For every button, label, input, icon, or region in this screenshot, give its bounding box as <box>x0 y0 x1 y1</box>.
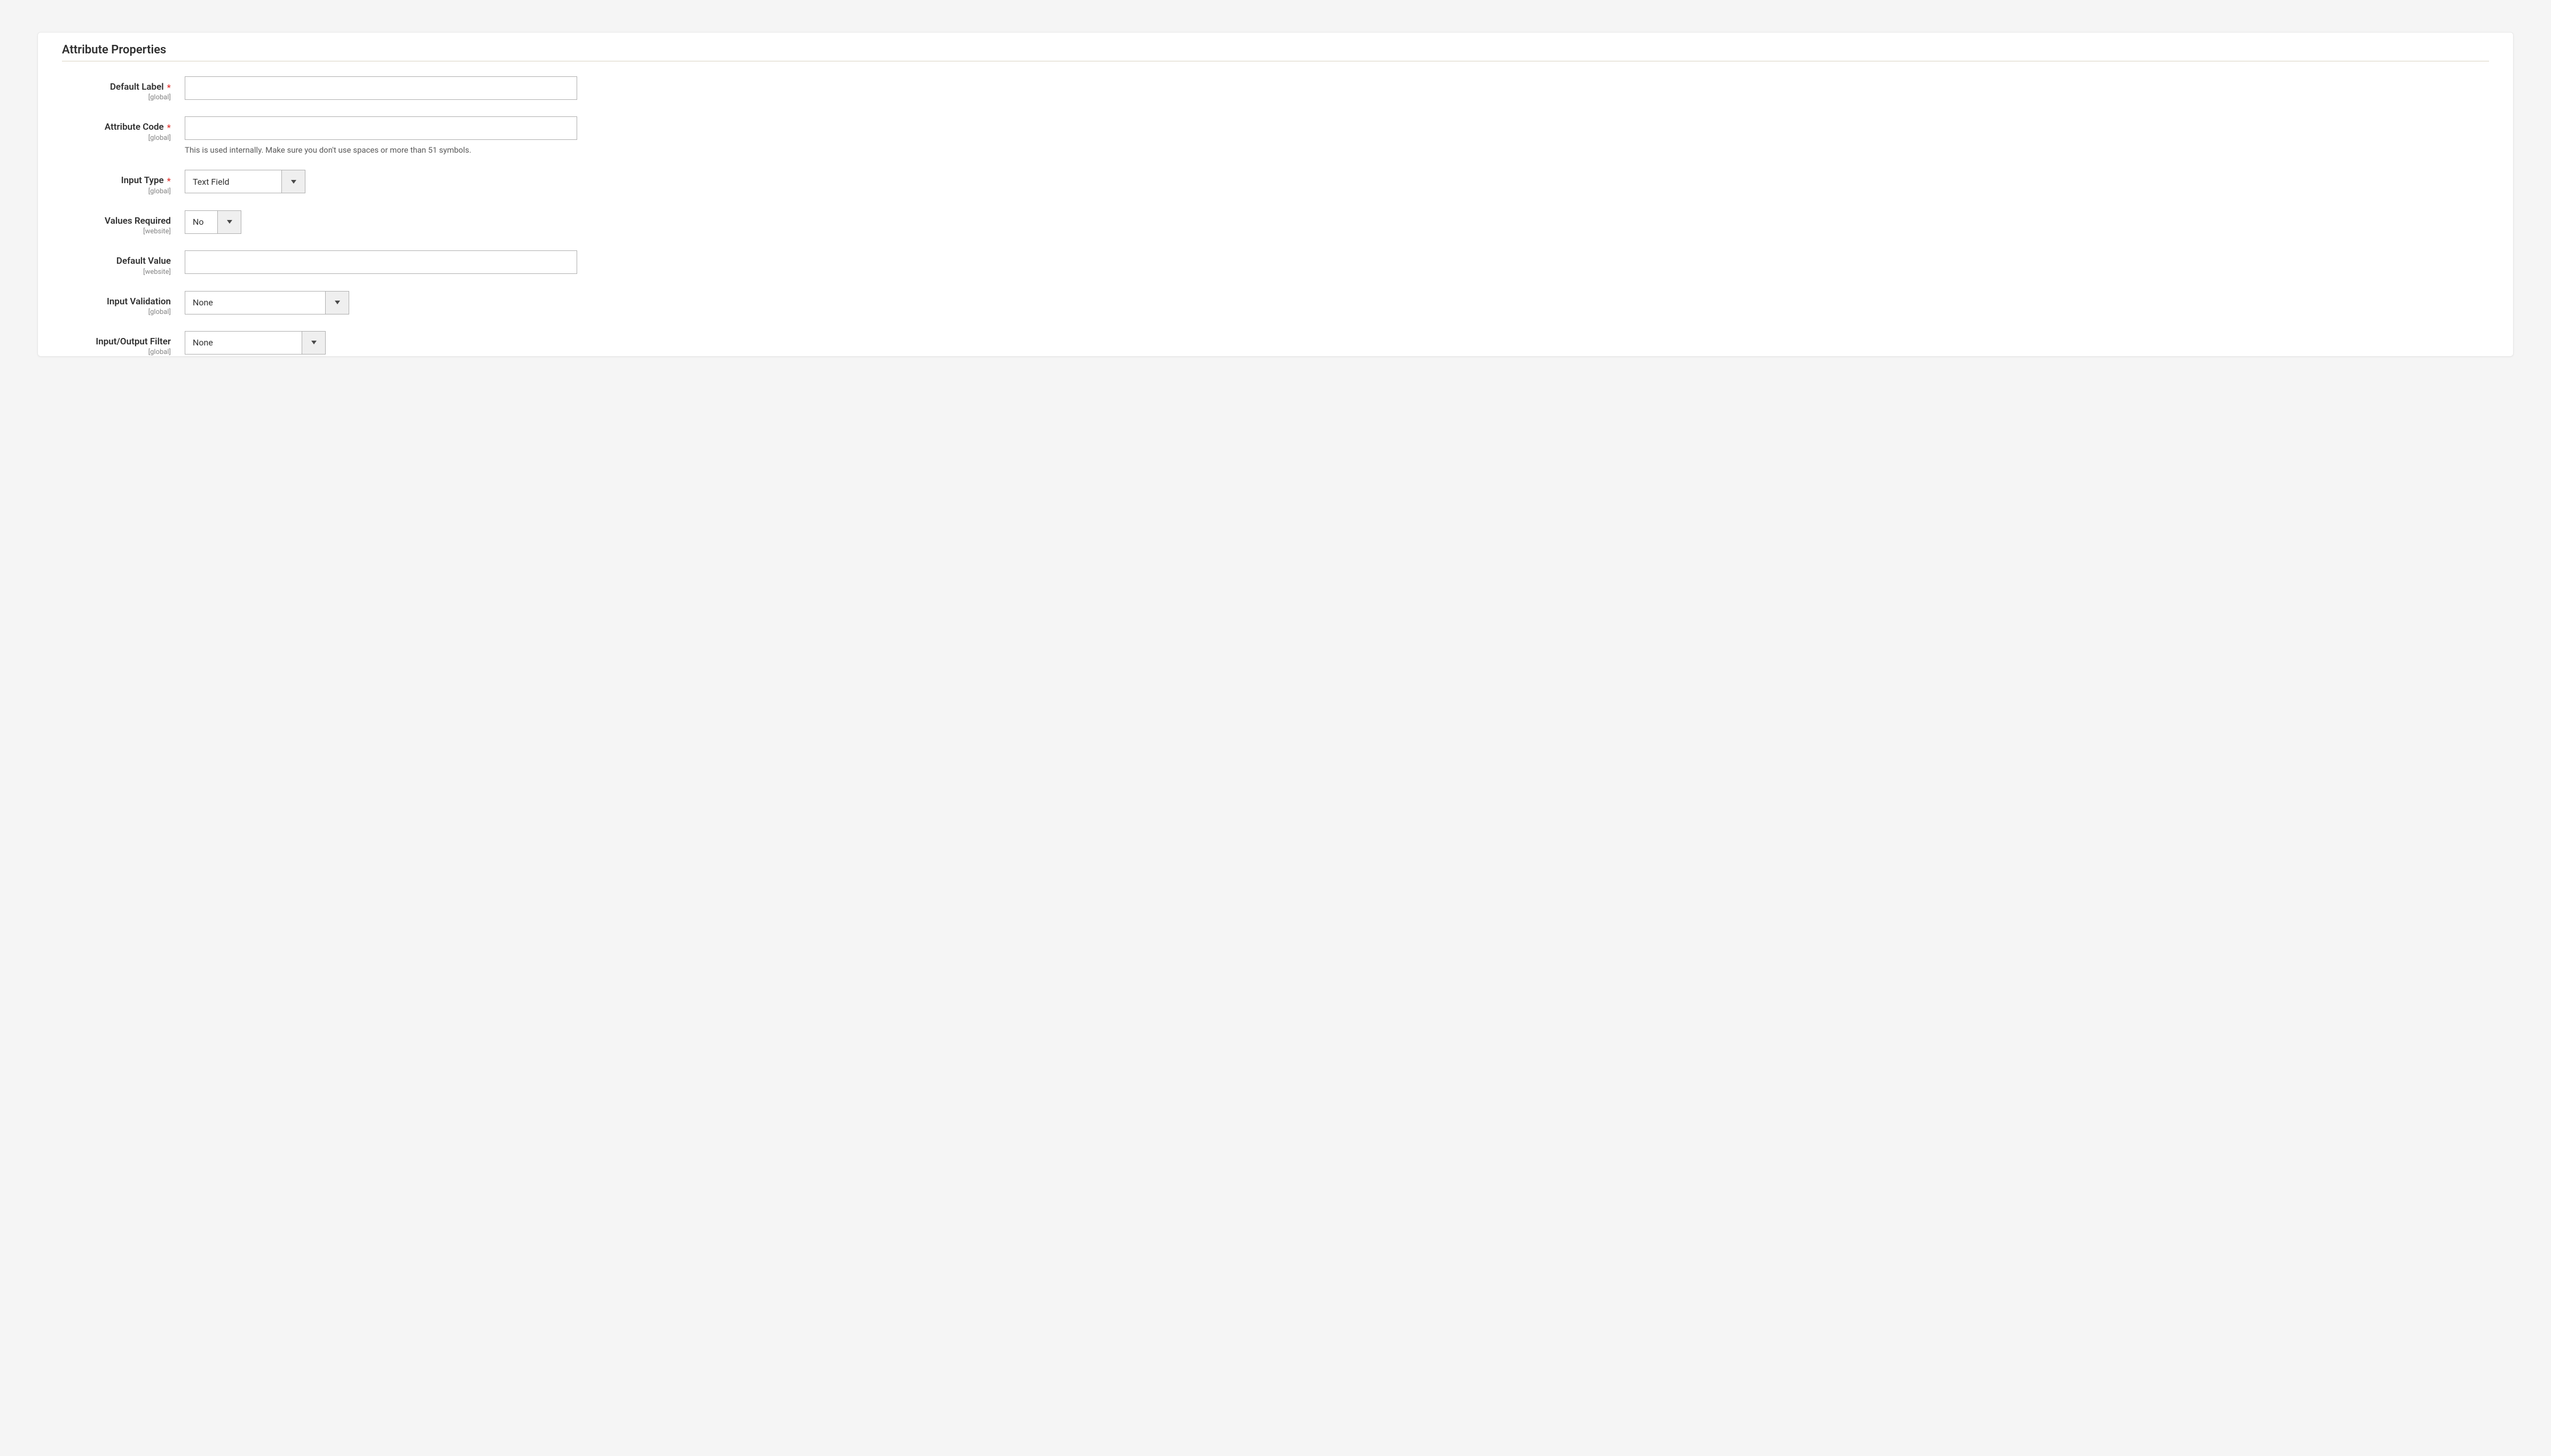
label-text-default-label: Default Label <box>110 82 164 92</box>
scope-default-value: [website] <box>62 268 171 276</box>
panel-title: Attribute Properties <box>62 43 2489 61</box>
chevron-down-icon <box>227 220 232 224</box>
scope-default-label: [global] <box>62 93 171 101</box>
label-text-values-required: Values Required <box>105 216 171 226</box>
io-filter-dropdown-button[interactable] <box>302 332 325 354</box>
label-default-label: Default Label* [global] <box>62 76 185 101</box>
required-mark: * <box>167 176 171 187</box>
input-validation-value: None <box>185 292 325 314</box>
scope-io-filter: [global] <box>62 348 171 356</box>
attribute-properties-panel: Attribute Properties Default Label* [glo… <box>37 32 2514 357</box>
default-label-input[interactable] <box>185 76 577 100</box>
chevron-down-icon <box>311 341 317 344</box>
scope-input-type: [global] <box>62 187 171 195</box>
required-mark: * <box>167 83 171 93</box>
label-text-attribute-code: Attribute Code <box>105 122 164 132</box>
values-required-value: No <box>185 211 217 233</box>
chevron-down-icon <box>335 301 340 304</box>
label-text-input-validation: Input Validation <box>107 296 171 307</box>
input-validation-dropdown-button[interactable] <box>325 292 349 314</box>
io-filter-value: None <box>185 332 302 354</box>
io-filter-select[interactable]: None <box>185 331 326 355</box>
label-input-validation: Input Validation [global] <box>62 291 185 316</box>
label-text-io-filter: Input/Output Filter <box>96 336 171 347</box>
label-input-type: Input Type* [global] <box>62 170 185 195</box>
row-input-type: Input Type* [global] Text Field <box>62 170 2489 195</box>
scope-input-validation: [global] <box>62 308 171 316</box>
row-values-required: Values Required [website] No <box>62 210 2489 235</box>
label-io-filter: Input/Output Filter [global] <box>62 331 185 356</box>
values-required-dropdown-button[interactable] <box>217 211 241 233</box>
input-validation-select[interactable]: None <box>185 291 349 314</box>
input-type-value: Text Field <box>185 170 281 193</box>
label-text-default-value: Default Value <box>116 256 171 266</box>
row-io-filter: Input/Output Filter [global] None <box>62 331 2489 356</box>
default-value-input[interactable] <box>185 250 577 274</box>
input-type-dropdown-button[interactable] <box>281 170 305 193</box>
attribute-code-hint: This is used internally. Make sure you d… <box>185 145 2489 155</box>
label-default-value: Default Value [website] <box>62 250 185 276</box>
scope-values-required: [website] <box>62 227 171 235</box>
values-required-select[interactable]: No <box>185 210 241 234</box>
label-values-required: Values Required [website] <box>62 210 185 235</box>
chevron-down-icon <box>291 180 296 184</box>
row-default-label: Default Label* [global] <box>62 76 2489 101</box>
required-mark: * <box>167 123 171 133</box>
row-input-validation: Input Validation [global] None <box>62 291 2489 316</box>
attribute-code-input[interactable] <box>185 116 577 140</box>
scope-attribute-code: [global] <box>62 134 171 142</box>
row-default-value: Default Value [website] <box>62 250 2489 276</box>
label-text-input-type: Input Type <box>121 175 164 186</box>
input-type-select[interactable]: Text Field <box>185 170 305 193</box>
label-attribute-code: Attribute Code* [global] <box>62 116 185 141</box>
row-attribute-code: Attribute Code* [global] This is used in… <box>62 116 2489 155</box>
